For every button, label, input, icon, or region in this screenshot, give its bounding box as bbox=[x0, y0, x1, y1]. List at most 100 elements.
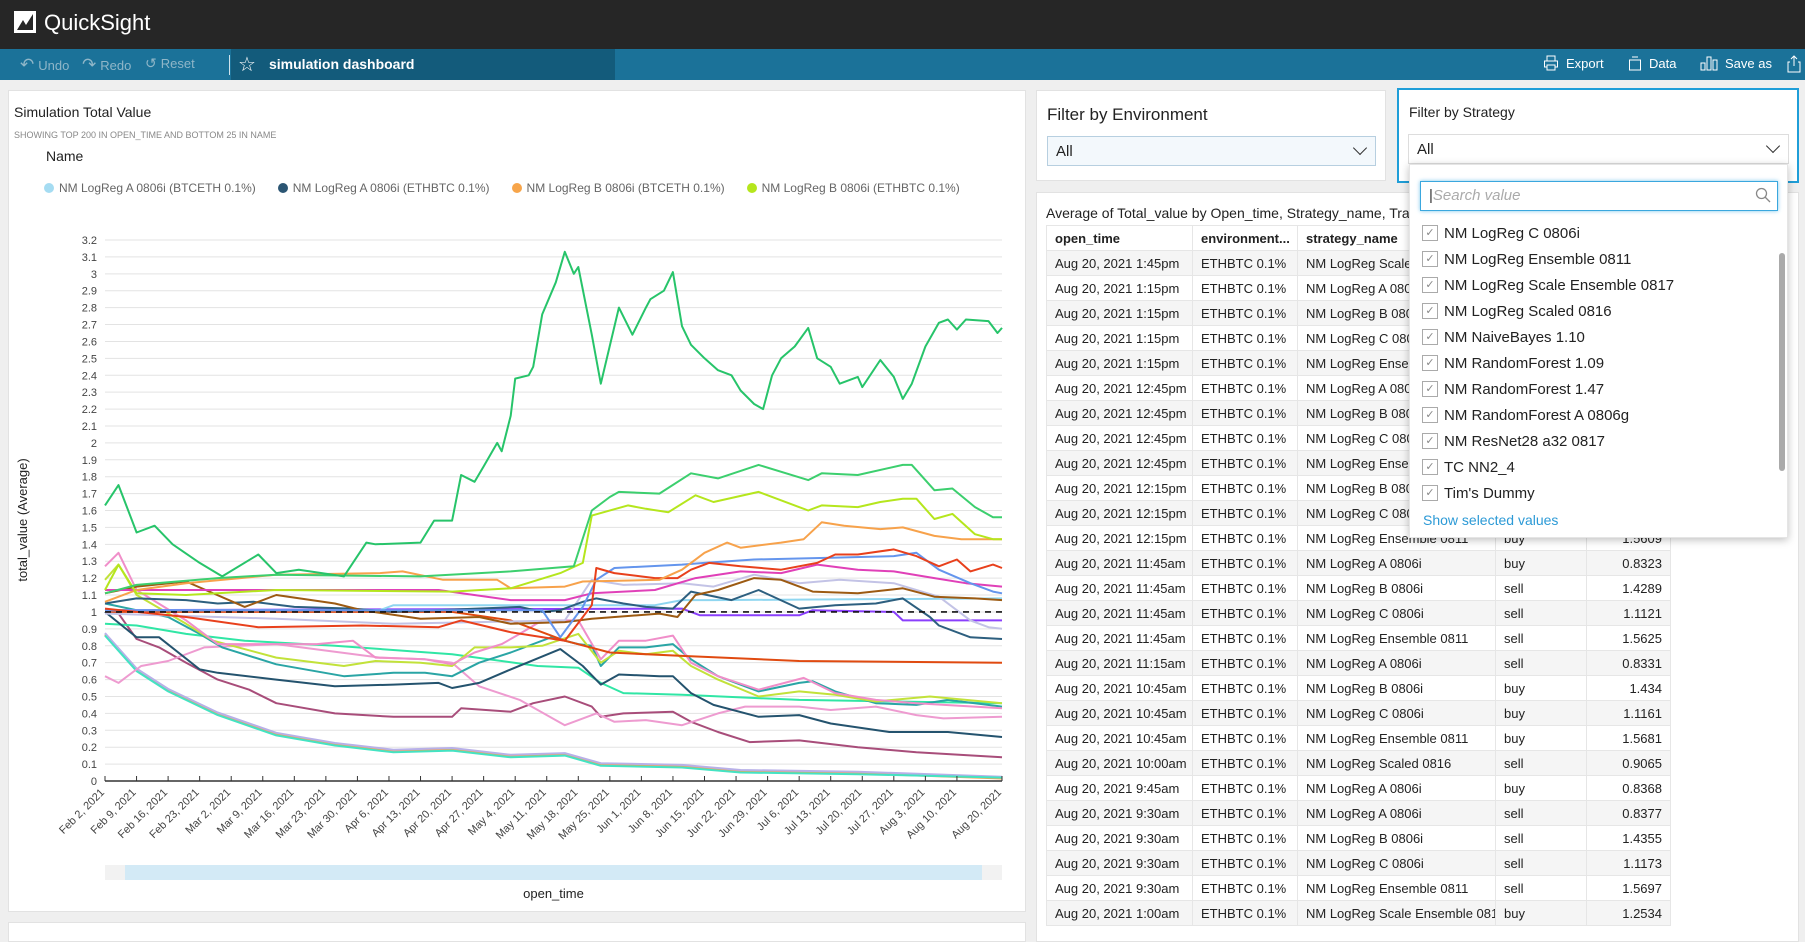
table-cell: ETHBTC 0.1% bbox=[1192, 750, 1298, 776]
checkbox-checked-icon[interactable]: ✓ bbox=[1422, 277, 1438, 293]
table-cell: sell bbox=[1495, 875, 1587, 901]
table-row[interactable]: Aug 20, 2021 9:30am ETHBTC 0.1% NM LogReg … bbox=[1046, 875, 1671, 901]
show-selected-values-link[interactable]: Show selected values bbox=[1423, 512, 1558, 528]
table-cell: Aug 20, 2021 12:15pm bbox=[1046, 525, 1193, 551]
table-cell: sell bbox=[1495, 750, 1587, 776]
export-button[interactable]: Export bbox=[1543, 55, 1604, 71]
series-line[interactable] bbox=[104, 490, 1002, 596]
table-row[interactable]: Aug 20, 2021 10:45am ETHBTC 0.1% NM LogReg… bbox=[1046, 675, 1671, 701]
scrollbar-left-handle[interactable] bbox=[105, 865, 125, 880]
table-row[interactable]: Aug 20, 2021 9:30am ETHBTC 0.1% NM LogReg … bbox=[1046, 800, 1671, 826]
chevron-down-icon bbox=[1352, 140, 1368, 156]
dropdown-scrollbar[interactable] bbox=[1779, 253, 1785, 471]
table-row[interactable]: Aug 20, 2021 10:00am ETHBTC 0.1% NM LogReg… bbox=[1046, 750, 1671, 776]
share-icon[interactable] bbox=[1786, 54, 1802, 79]
strategy-option-label: NM ResNet28 a32 0817 bbox=[1444, 432, 1605, 450]
table-row[interactable]: Aug 20, 2021 11:45am ETHBTC 0.1% NM LogReg… bbox=[1046, 550, 1671, 576]
checkbox-checked-icon[interactable]: ✓ bbox=[1422, 225, 1438, 241]
bar-chart-icon bbox=[1700, 56, 1718, 71]
table-cell: ETHBTC 0.1% bbox=[1192, 525, 1298, 551]
table-cell: ETHBTC 0.1% bbox=[1192, 350, 1298, 376]
table-cell: Aug 20, 2021 12:45pm bbox=[1046, 400, 1193, 426]
strategy-filter-title: Filter by Strategy bbox=[1409, 104, 1515, 120]
x-range-scrollbar[interactable] bbox=[105, 865, 1002, 880]
table-row[interactable]: Aug 20, 2021 11:15am ETHBTC 0.1% NM LogReg… bbox=[1046, 650, 1671, 676]
table-row[interactable]: Aug 20, 2021 11:45am ETHBTC 0.1% NM LogReg… bbox=[1046, 600, 1671, 626]
table-cell: ETHBTC 0.1% bbox=[1192, 450, 1298, 476]
column-header[interactable]: open_time bbox=[1046, 225, 1193, 251]
table-cell: 1.1161 bbox=[1586, 700, 1671, 726]
table-cell: buy bbox=[1495, 550, 1587, 576]
table-cell: NM LogReg C 0806i bbox=[1297, 850, 1496, 876]
series-line[interactable] bbox=[104, 610, 1003, 759]
scrollbar-right-handle[interactable] bbox=[982, 865, 1002, 880]
strategy-option[interactable]: ✓ TC NN2_4 bbox=[1422, 455, 1515, 479]
table-cell: Aug 20, 2021 11:45am bbox=[1046, 600, 1193, 626]
checkbox-checked-icon[interactable]: ✓ bbox=[1422, 355, 1438, 371]
strategy-option[interactable]: ✓ Tim's Dummy bbox=[1422, 481, 1535, 505]
environment-select[interactable]: All bbox=[1047, 136, 1376, 166]
table-cell: NM LogReg A 0806i bbox=[1297, 650, 1496, 676]
strategy-option[interactable]: ✓ NM RandomForest A 0806g bbox=[1422, 403, 1629, 427]
table-row[interactable]: Aug 20, 2021 10:45am ETHBTC 0.1% NM LogReg… bbox=[1046, 725, 1671, 751]
strategy-option[interactable]: ✓ NM LogReg C 0806i bbox=[1422, 221, 1580, 245]
checkbox-checked-icon[interactable]: ✓ bbox=[1422, 459, 1438, 475]
y-tick-label: 1.3 bbox=[82, 556, 97, 568]
checkbox-checked-icon[interactable]: ✓ bbox=[1422, 433, 1438, 449]
table-cell: sell bbox=[1495, 650, 1587, 676]
data-icon bbox=[1629, 56, 1641, 71]
checkbox-checked-icon[interactable]: ✓ bbox=[1422, 329, 1438, 345]
data-button[interactable]: Data bbox=[1628, 55, 1676, 71]
strategy-option[interactable]: ✓ NM LogReg Scaled 0816 bbox=[1422, 299, 1612, 323]
table-cell: ETHBTC 0.1% bbox=[1192, 825, 1298, 851]
strategy-option[interactable]: ✓ NM LogReg Scale Ensemble 0817 bbox=[1422, 273, 1674, 297]
table-row[interactable]: Aug 20, 2021 1:00am ETHBTC 0.1% NM LogReg … bbox=[1046, 900, 1671, 926]
y-tick-label: 1.1 bbox=[82, 590, 97, 602]
table-row[interactable]: Aug 20, 2021 10:45am ETHBTC 0.1% NM LogReg… bbox=[1046, 700, 1671, 726]
strategy-option[interactable]: ✓ NM LogReg Ensemble 0811 bbox=[1422, 247, 1631, 271]
table-cell: ETHBTC 0.1% bbox=[1192, 250, 1298, 276]
checkbox-checked-icon[interactable]: ✓ bbox=[1422, 407, 1438, 423]
search-value-input[interactable]: |Search value bbox=[1420, 181, 1778, 211]
chevron-down-icon bbox=[1765, 138, 1781, 154]
table-row[interactable]: Aug 20, 2021 9:30am ETHBTC 0.1% NM LogReg … bbox=[1046, 850, 1671, 876]
strategy-option[interactable]: ✓ NM RandomForest 1.47 bbox=[1422, 377, 1604, 401]
table-cell: sell bbox=[1495, 850, 1587, 876]
strategy-option[interactable]: ✓ NM RandomForest 1.09 bbox=[1422, 351, 1604, 375]
table-row[interactable]: Aug 20, 2021 11:45am ETHBTC 0.1% NM LogReg… bbox=[1046, 625, 1671, 651]
table-row[interactable]: Aug 20, 2021 9:45am ETHBTC 0.1% NM LogReg … bbox=[1046, 775, 1671, 801]
table-row[interactable]: Aug 20, 2021 9:30am ETHBTC 0.1% NM LogReg … bbox=[1046, 825, 1671, 851]
table-cell: 1.1173 bbox=[1586, 850, 1671, 876]
y-axis-title: total_value (Average) bbox=[15, 458, 30, 581]
strategy-option[interactable]: ✓ NM ResNet28 a32 0817 bbox=[1422, 429, 1605, 453]
series-line[interactable] bbox=[104, 602, 1003, 708]
line-chart[interactable]: 0 0.1 0.2 0.3 0.4 0.5 0.6 0.7 0.8 0.9 1 1.1 1.2 1.3 1.… bbox=[0, 0, 1030, 932]
checkbox-checked-icon[interactable]: ✓ bbox=[1422, 485, 1438, 501]
table-cell: ETHBTC 0.1% bbox=[1192, 325, 1298, 351]
strategy-option-label: NM LogReg Scaled 0816 bbox=[1444, 302, 1612, 320]
export-label: Export bbox=[1566, 55, 1604, 71]
table-cell: sell bbox=[1495, 625, 1587, 651]
column-header[interactable]: environment... bbox=[1192, 225, 1298, 251]
table-cell: Aug 20, 2021 9:30am bbox=[1046, 800, 1193, 826]
strategy-select[interactable]: All bbox=[1408, 134, 1789, 164]
checkbox-checked-icon[interactable]: ✓ bbox=[1422, 381, 1438, 397]
series-line[interactable] bbox=[104, 563, 1003, 705]
y-tick-label: 2.5 bbox=[82, 353, 97, 365]
checkbox-checked-icon[interactable]: ✓ bbox=[1422, 251, 1438, 267]
series-line[interactable] bbox=[104, 463, 1002, 595]
table-cell: 1.434 bbox=[1586, 675, 1671, 701]
y-tick-label: 1.8 bbox=[82, 472, 97, 484]
y-tick-label: 2.2 bbox=[82, 404, 97, 416]
series-line[interactable] bbox=[104, 589, 1003, 640]
table-cell: Aug 20, 2021 9:30am bbox=[1046, 850, 1193, 876]
table-cell: ETHBTC 0.1% bbox=[1192, 300, 1298, 326]
table-row[interactable]: Aug 20, 2021 11:45am ETHBTC 0.1% NM LogReg… bbox=[1046, 575, 1671, 601]
strategy-option[interactable]: ✓ NM NaiveBayes 1.10 bbox=[1422, 325, 1585, 349]
checkbox-checked-icon[interactable]: ✓ bbox=[1422, 303, 1438, 319]
save-as-button[interactable]: Save as bbox=[1700, 55, 1772, 71]
table-cell: Aug 20, 2021 11:45am bbox=[1046, 550, 1193, 576]
table-cell: buy bbox=[1495, 775, 1587, 801]
table-cell: 1.1121 bbox=[1586, 600, 1671, 626]
y-tick-label: 1.6 bbox=[82, 506, 97, 518]
